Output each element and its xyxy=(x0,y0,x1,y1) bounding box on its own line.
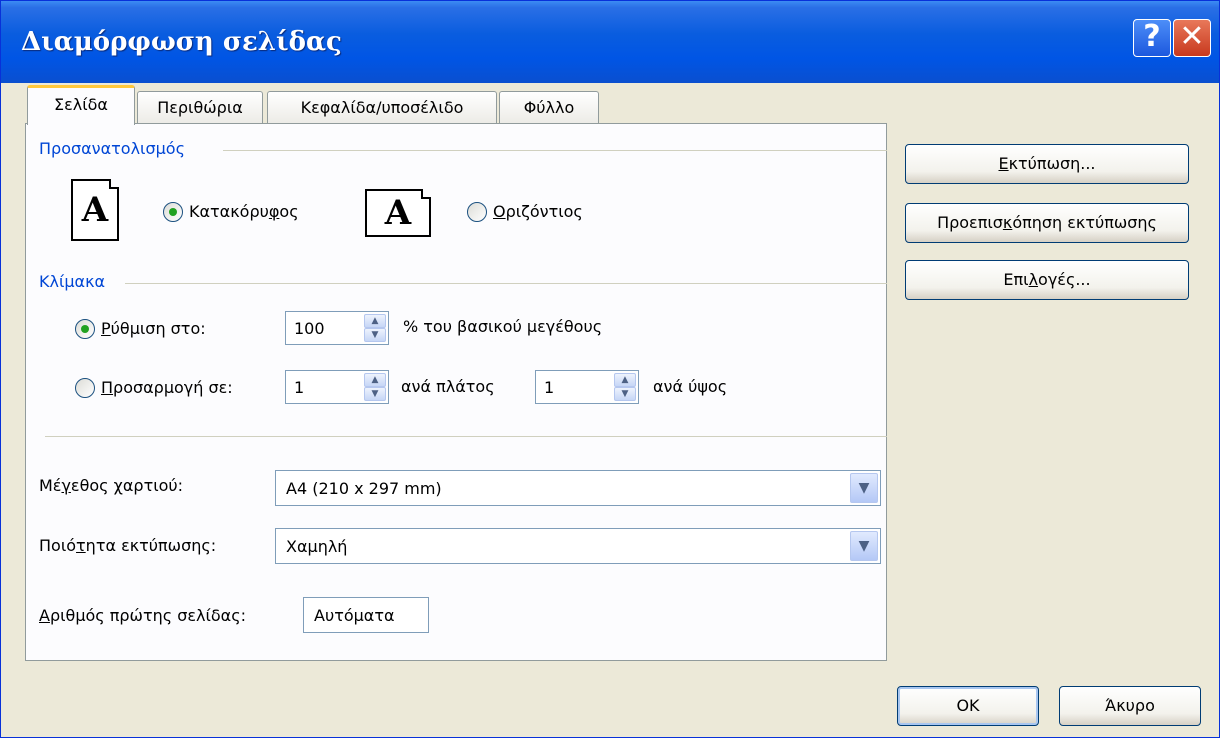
orientation-separator xyxy=(223,150,887,151)
spin-up-icon[interactable]: ▲ xyxy=(614,373,636,387)
paper-size-value: A4 (210 x 297 mm) xyxy=(286,479,442,498)
cancel-button[interactable]: Άκυρο xyxy=(1059,686,1201,726)
portrait-radio[interactable] xyxy=(163,202,183,222)
paper-size-label: Μέγεθος χαρτιού: xyxy=(39,476,184,495)
close-button[interactable]: ✕ xyxy=(1173,19,1211,57)
first-page-number-label: Αριθμός πρώτης σελίδας: xyxy=(39,606,246,625)
spin-down-icon[interactable]: ▼ xyxy=(364,387,386,401)
fit-wide-value: 1 xyxy=(294,378,305,397)
print-quality-select[interactable]: Χαμηλή ▼ xyxy=(275,528,881,564)
print-preview-button[interactable]: Προεπισκόπηση εκτύπωσης xyxy=(905,203,1189,243)
orientation-section-label: Προσανατολισμός xyxy=(39,139,185,158)
adjust-to-radio[interactable] xyxy=(75,319,95,339)
paper-size-select[interactable]: A4 (210 x 297 mm) ▼ xyxy=(275,470,881,506)
scale-bottom-separator xyxy=(45,436,887,437)
options-button[interactable]: Επιλογές... xyxy=(905,260,1189,300)
fit-tall-label: ανά ύψος xyxy=(653,377,728,396)
landscape-label[interactable]: Οριζόντιος xyxy=(493,202,583,221)
landscape-radio[interactable] xyxy=(467,202,487,222)
spin-down-icon[interactable]: ▼ xyxy=(364,328,386,342)
spin-down-icon[interactable]: ▼ xyxy=(614,387,636,401)
chevron-down-icon[interactable]: ▼ xyxy=(850,531,878,561)
print-button[interactable]: Εκτύπωση... xyxy=(905,144,1189,184)
fit-tall-spinner[interactable]: 1 ▲ ▼ xyxy=(535,370,639,404)
print-quality-label: Ποιότητα εκτύπωσης: xyxy=(39,536,217,555)
fit-wide-label: ανά πλάτος xyxy=(401,377,495,396)
portrait-page-icon: A xyxy=(71,179,119,241)
page-setup-dialog: Διαμόρφωση σελίδας ? ✕ Σελίδα Περιθώρια … xyxy=(0,0,1220,738)
tab-header-footer[interactable]: Κεφαλίδα/υποσέλιδο xyxy=(267,91,497,124)
portrait-label[interactable]: Κατακόρυφος xyxy=(189,202,299,221)
dialog-title: Διαμόρφωση σελίδας xyxy=(21,27,342,57)
scale-separator xyxy=(125,283,887,284)
fit-wide-spinner[interactable]: 1 ▲ ▼ xyxy=(285,370,389,404)
help-button[interactable]: ? xyxy=(1133,19,1171,57)
tab-page[interactable]: Σελίδα xyxy=(27,85,135,125)
chevron-down-icon[interactable]: ▼ xyxy=(850,473,878,503)
tab-sheet[interactable]: Φύλλο xyxy=(499,91,599,124)
adjust-percent-value: 100 xyxy=(294,319,325,338)
fit-to-label[interactable]: Προσαρμογή σε: xyxy=(101,378,233,397)
scale-section-label: Κλίμακα xyxy=(39,272,106,291)
print-quality-value: Χαμηλή xyxy=(286,537,348,556)
adjust-to-label[interactable]: Ρύθμιση στο: xyxy=(101,319,206,338)
first-page-number-input[interactable]: Αυτόματα xyxy=(303,597,429,633)
title-bar[interactable]: Διαμόρφωση σελίδας ? ✕ xyxy=(1,1,1219,83)
adjust-suffix-label: % του βασικού μεγέθους xyxy=(403,317,603,336)
spin-up-icon[interactable]: ▲ xyxy=(364,373,386,387)
spin-up-icon[interactable]: ▲ xyxy=(364,314,386,328)
ok-button[interactable]: OK xyxy=(897,686,1039,726)
landscape-page-icon: A xyxy=(365,189,431,237)
tab-margins[interactable]: Περιθώρια xyxy=(137,91,263,124)
fit-to-radio[interactable] xyxy=(75,378,95,398)
adjust-percent-spinner[interactable]: 100 ▲ ▼ xyxy=(285,311,389,345)
fit-tall-value: 1 xyxy=(544,378,555,397)
